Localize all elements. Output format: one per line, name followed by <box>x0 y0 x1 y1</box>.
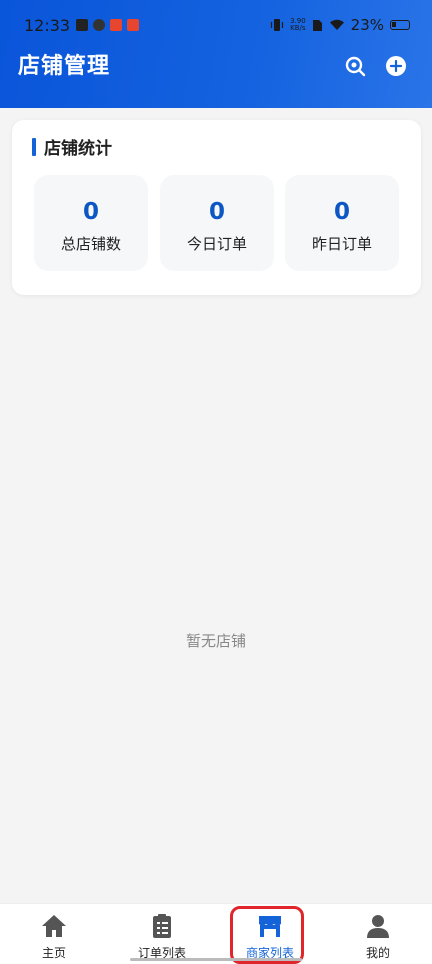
home-indicator <box>130 958 302 961</box>
tab-home[interactable]: 主页 <box>0 904 108 964</box>
add-icon[interactable] <box>385 55 407 77</box>
stat-total-stores[interactable]: 0 总店铺数 <box>34 175 148 271</box>
vibrate-icon <box>270 19 284 31</box>
app-notification-icon <box>76 19 89 31</box>
bottom-tab-bar: 主页 订单列表 商家列表 我的 <box>0 903 432 964</box>
stats-title-text: 店铺统计 <box>44 139 112 159</box>
sim-icon <box>312 19 322 31</box>
home-icon <box>42 915 66 937</box>
stat-label: 今日订单 <box>186 235 247 253</box>
empty-state-message: 暂无店铺 <box>185 632 246 650</box>
user-icon <box>367 915 389 938</box>
battery-icon <box>390 20 410 30</box>
network-speed: 3.90 KB/s <box>290 17 306 32</box>
search-icon[interactable] <box>344 55 366 77</box>
tab-mine[interactable]: 我的 <box>324 904 432 964</box>
stat-today-orders[interactable]: 0 今日订单 <box>160 175 274 271</box>
stat-yesterday-orders[interactable]: 0 昨日订单 <box>285 175 399 271</box>
status-time: 12:33 <box>24 15 71 35</box>
tab-label: 主页 <box>41 946 66 960</box>
stat-value: 0 <box>208 199 225 225</box>
stat-value: 0 <box>333 199 350 225</box>
title-accent-bar <box>32 137 36 156</box>
active-tab-highlight <box>230 906 304 964</box>
app-notification-icon <box>127 19 140 31</box>
battery-percent: 23% <box>350 16 384 34</box>
stat-label: 昨日订单 <box>311 235 372 253</box>
app-header: 12:33 3.90 KB/s 23% 店铺管理 <box>0 0 432 108</box>
status-bar: 12:33 3.90 KB/s 23% <box>0 0 432 50</box>
stat-label: 总店铺数 <box>60 235 121 253</box>
tab-order-list[interactable]: 订单列表 <box>108 904 216 964</box>
stat-value: 0 <box>82 199 99 225</box>
page-title: 店铺管理 <box>18 54 111 79</box>
tab-label: 我的 <box>365 946 390 960</box>
app-notification-icon <box>110 19 123 31</box>
stats-card: 店铺统计 0 总店铺数 0 今日订单 0 昨日订单 <box>12 120 421 295</box>
stats-title: 店铺统计 <box>32 134 112 159</box>
app-notification-icon <box>93 19 106 31</box>
wifi-icon <box>329 19 344 30</box>
clipboard-icon <box>153 914 171 938</box>
